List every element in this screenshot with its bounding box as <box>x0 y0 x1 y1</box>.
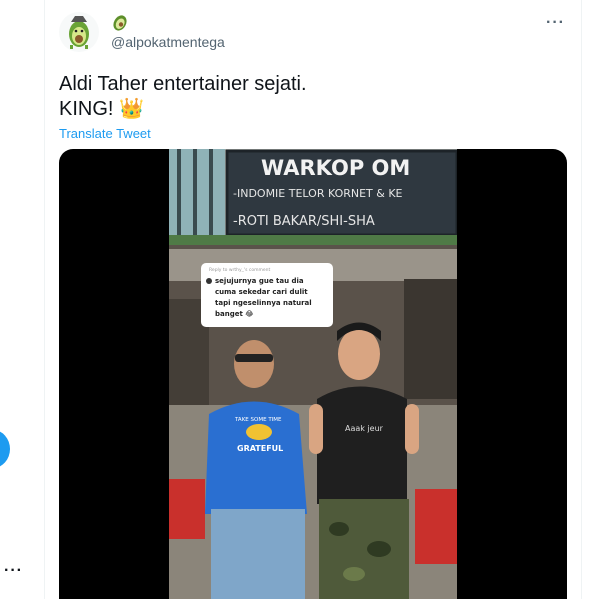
shirt-right: Aaak jeur <box>345 424 384 433</box>
comment-header: Reply to wrthy_'s comment <box>209 267 271 273</box>
comment-line2: cuma sekedar cari dulit <box>215 288 308 296</box>
tweet-text-line1: Aldi Taher entertainer sejati. <box>59 73 307 95</box>
page: ··· @alpokatmentega ··· Aldi Taher enter… <box>0 0 609 599</box>
sign-line3: -ROTI BAKAR/SHI-SHA <box>233 214 375 229</box>
video-frame: WARKOP OM -INDOMIE TELOR KORNET & KE -RO… <box>169 149 457 599</box>
display-name[interactable] <box>111 14 129 32</box>
comment-line1: sejujurnya gue tau dia <box>215 277 304 285</box>
comment-line3: tapi ngeselinnya natural <box>215 299 312 307</box>
sign-line1: WARKOP OM <box>261 156 410 180</box>
comment-line4: banget 😂 <box>215 310 253 318</box>
video-still-image: WARKOP OM -INDOMIE TELOR KORNET & KE -RO… <box>169 149 457 599</box>
left-navigation: ··· <box>0 0 44 599</box>
user-handle[interactable]: @alpokatmentega <box>111 34 225 50</box>
avatar[interactable] <box>59 12 99 52</box>
tweet-video-player[interactable]: WARKOP OM -INDOMIE TELOR KORNET & KE -RO… <box>59 149 567 599</box>
tweet-compose-button[interactable] <box>0 430 10 468</box>
tweet-card[interactable]: @alpokatmentega ··· Aldi Taher entertain… <box>44 0 582 599</box>
translate-tweet-link[interactable]: Translate Tweet <box>59 126 151 141</box>
tweet-more-button[interactable]: ··· <box>546 14 565 32</box>
shirt-left-top: TAKE SOME TIME <box>234 417 282 423</box>
tweet-text: Aldi Taher entertainer sejati. KING! 👑 <box>59 72 307 122</box>
avocado-emoji-icon <box>113 15 127 31</box>
tweet-text-line2: KING! 👑 <box>59 98 144 120</box>
avocado-avatar-icon <box>69 16 89 49</box>
shirt-left-bottom: GRATEFUL <box>237 444 283 453</box>
sign-line2: -INDOMIE TELOR KORNET & KE <box>233 187 403 200</box>
more-options-icon[interactable]: ··· <box>4 562 23 580</box>
